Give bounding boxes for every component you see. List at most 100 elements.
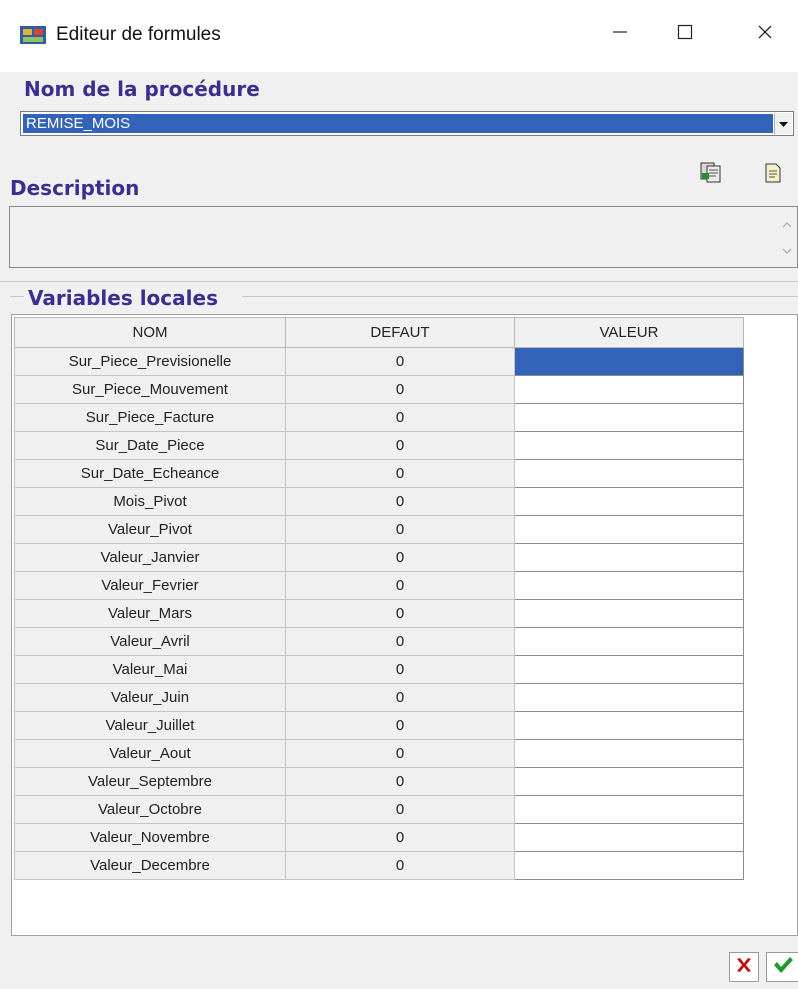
cell-nom: Valeur_Novembre <box>14 823 286 852</box>
cell-nom: Valeur_Avril <box>14 627 286 656</box>
cell-defaut: 0 <box>285 403 515 432</box>
table-row[interactable]: Sur_Piece_Mouvement 0 <box>14 375 744 404</box>
cell-defaut: 0 <box>285 459 515 488</box>
document-icon[interactable] <box>764 163 782 188</box>
scroll-down-icon <box>782 241 792 259</box>
procedure-select[interactable]: REMISE_MOIS <box>20 111 794 136</box>
cell-nom: Valeur_Fevrier <box>14 571 286 600</box>
cell-nom: Valeur_Janvier <box>14 543 286 572</box>
separator-line <box>0 281 798 282</box>
cell-defaut: 0 <box>285 795 515 824</box>
cell-defaut: 0 <box>285 487 515 516</box>
window-title: Editeur de formules <box>56 24 221 45</box>
cell-nom: Valeur_Aout <box>14 739 286 768</box>
description-scrollbar[interactable] <box>777 207 797 267</box>
table-row[interactable]: Valeur_Aout 0 <box>14 739 744 768</box>
table-row[interactable]: Valeur_Avril 0 <box>14 627 744 656</box>
cell-nom: Sur_Piece_Previsionelle <box>14 347 286 376</box>
cell-valeur-input[interactable] <box>514 599 744 628</box>
cell-valeur-input[interactable] <box>514 683 744 712</box>
procedure-selected-value: REMISE_MOIS <box>23 114 773 133</box>
cell-nom: Valeur_Juillet <box>14 711 286 740</box>
group-border-left <box>10 296 24 297</box>
cell-defaut: 0 <box>285 767 515 796</box>
cell-valeur-input[interactable] <box>514 459 744 488</box>
table-row[interactable]: Sur_Piece_Facture 0 <box>14 403 744 432</box>
cell-defaut: 0 <box>285 683 515 712</box>
cell-defaut: 0 <box>285 375 515 404</box>
close-button[interactable] <box>735 14 795 54</box>
cell-valeur-input[interactable] <box>514 795 744 824</box>
cell-valeur-input[interactable] <box>514 487 744 516</box>
table-row[interactable]: Valeur_Mai 0 <box>14 655 744 684</box>
table-row[interactable]: Sur_Piece_Previsionelle 0 <box>14 347 744 376</box>
cell-valeur-input[interactable] <box>514 655 744 684</box>
table-row[interactable]: Valeur_Decembre 0 <box>14 851 744 880</box>
cell-valeur-input[interactable] <box>514 851 744 880</box>
table-row[interactable]: Valeur_Juillet 0 <box>14 711 744 740</box>
cell-nom: Valeur_Decembre <box>14 851 286 880</box>
close-icon <box>757 24 773 45</box>
cell-valeur-input[interactable] <box>514 347 744 376</box>
description-field[interactable] <box>9 206 798 268</box>
cell-nom: Valeur_Octobre <box>14 795 286 824</box>
cell-valeur-input[interactable] <box>514 543 744 572</box>
cell-valeur-input[interactable] <box>514 571 744 600</box>
cell-nom: Mois_Pivot <box>14 487 286 516</box>
table-row[interactable]: Valeur_Pivot 0 <box>14 515 744 544</box>
column-header-defaut[interactable]: DEFAUT <box>285 317 515 348</box>
table-row[interactable]: Valeur_Fevrier 0 <box>14 571 744 600</box>
cell-nom: Sur_Date_Echeance <box>14 459 286 488</box>
table-row[interactable]: Valeur_Septembre 0 <box>14 767 744 796</box>
dropdown-arrow-button[interactable] <box>774 113 792 134</box>
cell-defaut: 0 <box>285 347 515 376</box>
cell-defaut: 0 <box>285 599 515 628</box>
cell-valeur-input[interactable] <box>514 739 744 768</box>
cell-nom: Valeur_Juin <box>14 683 286 712</box>
title-bar: Editeur de formules <box>0 0 798 72</box>
cell-defaut: 0 <box>285 823 515 852</box>
variables-grid[interactable]: NOM DEFAUT VALEUR Sur_Piece_Previsionell… <box>11 314 798 936</box>
cell-defaut: 0 <box>285 711 515 740</box>
table-row[interactable]: Sur_Date_Echeance 0 <box>14 459 744 488</box>
red-x-icon <box>734 955 754 980</box>
minimize-button[interactable] <box>590 14 650 54</box>
column-header-valeur[interactable]: VALEUR <box>514 317 744 348</box>
ok-button[interactable] <box>766 952 798 982</box>
cell-valeur-input[interactable] <box>514 375 744 404</box>
table-row[interactable]: Valeur_Octobre 0 <box>14 795 744 824</box>
cell-defaut: 0 <box>285 431 515 460</box>
cell-valeur-input[interactable] <box>514 431 744 460</box>
table-row[interactable]: Valeur_Janvier 0 <box>14 543 744 572</box>
maximize-button[interactable] <box>655 14 715 54</box>
table-header-row: NOM DEFAUT VALEUR <box>14 317 744 348</box>
minimize-icon <box>612 24 628 45</box>
cell-valeur-input[interactable] <box>514 403 744 432</box>
cell-defaut: 0 <box>285 515 515 544</box>
table-row[interactable]: Valeur_Mars 0 <box>14 599 744 628</box>
description-label: Description <box>10 176 140 200</box>
green-check-icon <box>772 955 794 980</box>
cell-defaut: 0 <box>285 543 515 572</box>
cell-nom: Sur_Date_Piece <box>14 431 286 460</box>
column-header-nom[interactable]: NOM <box>14 317 286 348</box>
table-row[interactable]: Sur_Date_Piece 0 <box>14 431 744 460</box>
cell-valeur-input[interactable] <box>514 711 744 740</box>
cell-valeur-input[interactable] <box>514 823 744 852</box>
cell-defaut: 0 <box>285 655 515 684</box>
table-row[interactable]: Mois_Pivot 0 <box>14 487 744 516</box>
variables-label: Variables locales <box>28 286 218 310</box>
table-row[interactable]: Valeur_Novembre 0 <box>14 823 744 852</box>
table-row[interactable]: Valeur_Juin 0 <box>14 683 744 712</box>
cell-valeur-input[interactable] <box>514 515 744 544</box>
cell-defaut: 0 <box>285 571 515 600</box>
cell-nom: Valeur_Septembre <box>14 767 286 796</box>
cancel-button[interactable] <box>729 952 759 982</box>
cell-valeur-input[interactable] <box>514 627 744 656</box>
group-border-right <box>242 296 798 297</box>
procedure-label: Nom de la procédure <box>24 77 260 101</box>
cell-valeur-input[interactable] <box>514 767 744 796</box>
cell-defaut: 0 <box>285 627 515 656</box>
copy-document-icon[interactable] <box>699 160 723 189</box>
cell-nom: Valeur_Mars <box>14 599 286 628</box>
